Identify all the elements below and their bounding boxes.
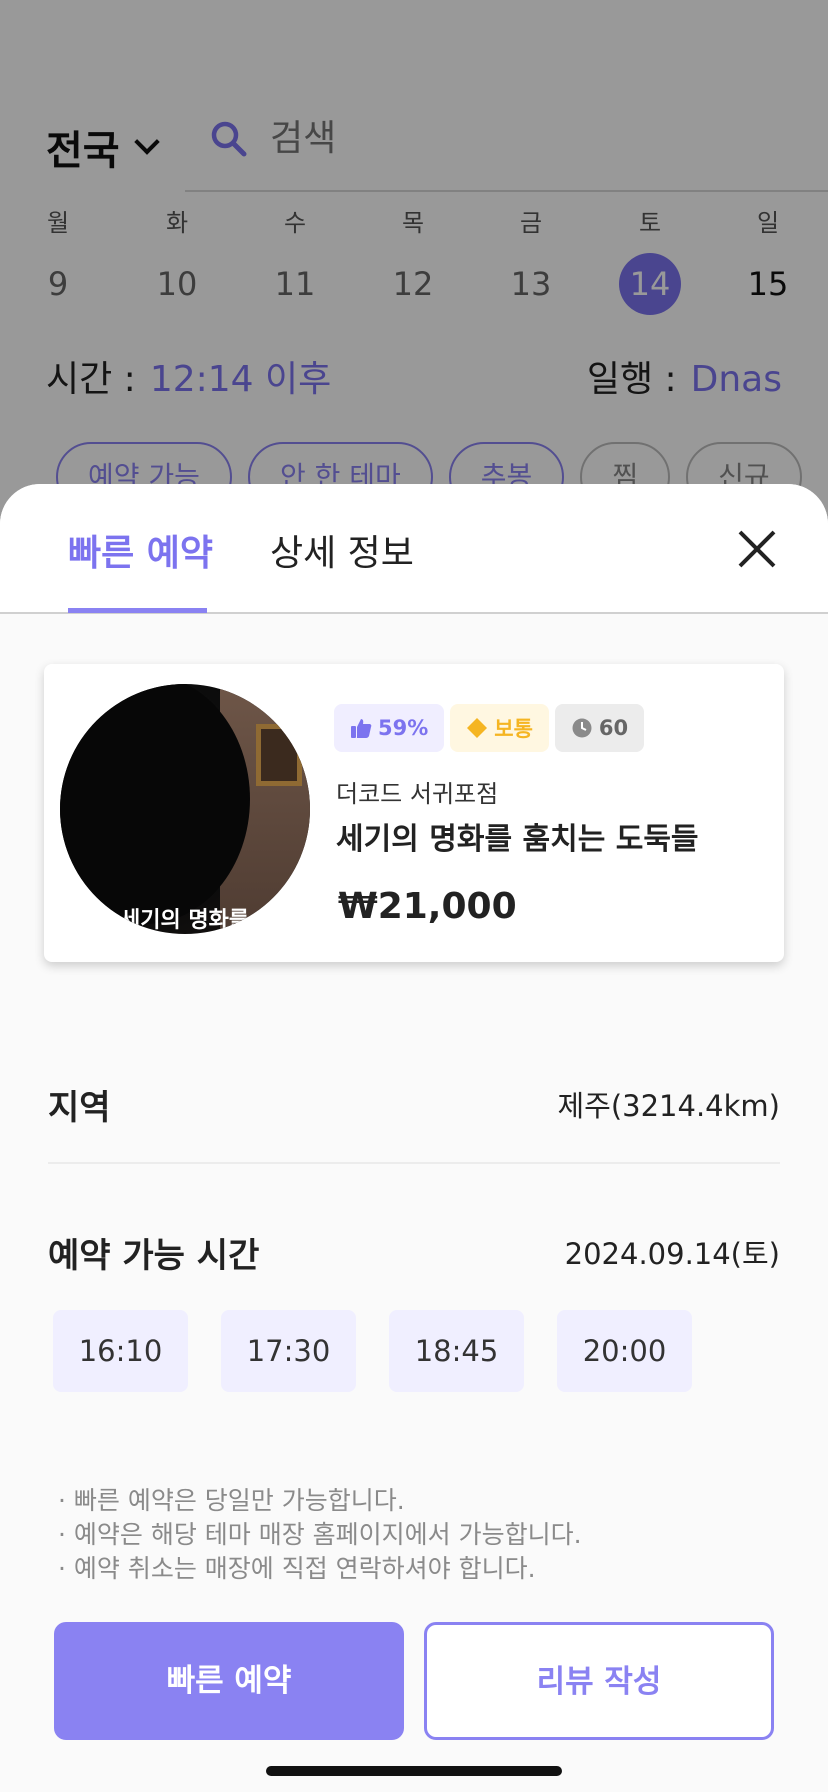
note-line: · 빠른 예약은 당일만 가능합니다.	[58, 1486, 405, 1515]
theme-card[interactable]: 세기의 명화를 59% 보통 60 더코드 서귀포점 세기의 명화를 훔치는 도…	[44, 664, 784, 962]
clock-icon	[572, 718, 592, 738]
theme-badges: 59% 보통 60	[334, 704, 645, 752]
bottom-sheet: 빠른 예약 상세 정보 세기의 명화를 59% 보통 60 더코드 서귀포점 세…	[0, 484, 828, 1792]
write-review-button[interactable]: 리뷰 작성	[424, 1622, 774, 1740]
duration-minutes: 60	[598, 716, 629, 740]
thumbnail-caption: 세기의 명화를	[120, 908, 250, 933]
note-line: · 예약 취소는 매장에 직접 연락하셔야 합니다.	[58, 1554, 536, 1583]
thumbnail-painting	[256, 724, 302, 786]
tab-quick-reservation[interactable]: 빠른 예약	[68, 524, 213, 584]
difficulty-badge: 보통	[450, 704, 549, 752]
region-row: 지역 제주(3214.4km)	[48, 1064, 780, 1144]
time-slot[interactable]: 17:30	[221, 1310, 356, 1392]
reservation-notes: · 빠른 예약은 당일만 가능합니다. · 예약은 해당 테마 매장 홈페이지에…	[58, 1484, 582, 1586]
availability-date: 2024.09.14(토)	[564, 1237, 780, 1271]
note-line: · 예약은 해당 테마 매장 홈페이지에서 가능합니다.	[58, 1520, 582, 1549]
region-row-label: 지역	[48, 1087, 111, 1128]
availability-label: 예약 가능 시간	[48, 1235, 260, 1276]
time-slot[interactable]: 20:00	[557, 1310, 692, 1392]
sheet-tabs: 빠른 예약 상세 정보	[0, 484, 828, 614]
like-percent: 59%	[378, 716, 429, 740]
quick-reserve-button[interactable]: 빠른 예약	[54, 1622, 404, 1740]
thumbs-up-icon	[351, 719, 372, 738]
availability-row: 예약 가능 시간 2024.09.14(토)	[48, 1212, 780, 1292]
time-slot[interactable]: 18:45	[389, 1310, 524, 1392]
difficulty-text: 보통	[494, 717, 533, 741]
duration-badge: 60	[554, 704, 645, 752]
diamond-icon	[467, 718, 488, 738]
close-icon[interactable]	[734, 526, 780, 572]
theme-thumbnail: 세기의 명화를	[60, 684, 310, 934]
like-badge: 59%	[334, 704, 445, 752]
region-row-value: 제주(3214.4km)	[557, 1089, 780, 1123]
theme-price: ₩21,000	[338, 886, 517, 927]
store-name: 더코드 서귀포점	[336, 780, 499, 808]
time-slot[interactable]: 16:10	[53, 1310, 188, 1392]
active-tab-indicator	[68, 608, 207, 613]
home-indicator	[266, 1766, 562, 1776]
theme-title: 세기의 명화를 훔치는 도둑들	[336, 822, 699, 857]
time-slots: 16:10 17:30 18:45 20:00	[53, 1310, 692, 1392]
divider	[48, 1162, 780, 1164]
tab-details[interactable]: 상세 정보	[270, 524, 414, 584]
